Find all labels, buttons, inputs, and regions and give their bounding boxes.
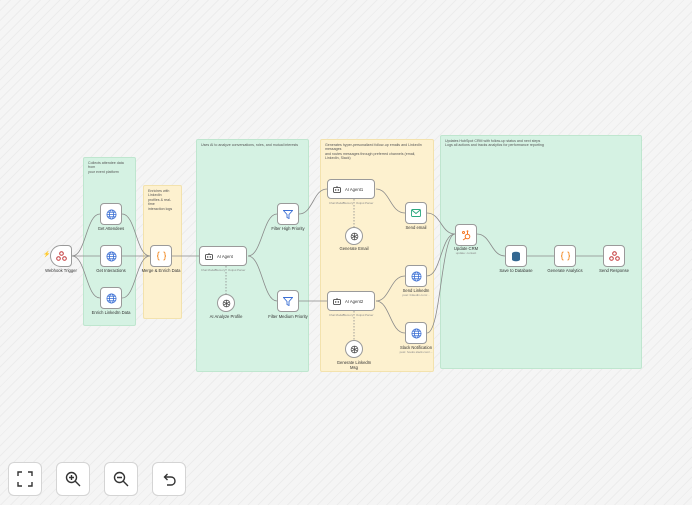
node-send-response[interactable] [603,245,625,267]
port-output-parser: Output Parser [356,201,374,205]
node-label: Filter High Priority [271,226,305,231]
node-save-database[interactable] [505,245,527,267]
port-output-parser: Output Parser [356,313,374,317]
agent-name: AI Agent1 [345,186,364,192]
node-label: Merge & Enrich Data [141,268,181,273]
node-label: Generate LinkedIn Msg [336,360,372,370]
zoom-out-button[interactable] [104,462,138,496]
fit-view-icon [17,471,33,487]
node-get-interactions[interactable] [100,245,122,267]
node-label: Enrich LinkedIn Data [91,310,131,315]
database-icon [512,251,520,261]
globe-icon [106,209,116,219]
node-subtitle: post: hooks.slack.com/... [399,350,433,354]
hubspot-icon [461,229,470,240]
node-ai-agent[interactable]: AI Agent [199,246,247,266]
node-subtitle: update: contact [455,251,477,255]
workflow-canvas[interactable]: Collects attendee data from your event p… [0,0,692,505]
node-webhook-trigger[interactable] [50,245,72,267]
code-braces-icon [560,251,570,261]
port-output-parser: Output Parser [228,268,246,272]
globe-icon [411,271,421,281]
node-label: Filter Medium Priority [268,314,308,319]
robot-icon [333,297,341,305]
filter-icon [283,209,293,219]
node-send-linkedin[interactable] [405,265,427,287]
zoom-in-button[interactable] [56,462,90,496]
node-generate-linkedin[interactable] [345,340,363,358]
zoom-in-icon [65,471,81,487]
openai-icon [350,345,358,353]
openai-icon [350,232,358,240]
globe-icon [106,293,116,303]
node-label: Get Attendees [97,226,125,231]
node-ai-agent1[interactable]: AI Agent1 [327,179,375,199]
undo-icon [163,473,176,486]
reset-zoom-button[interactable] [152,462,186,496]
node-send-email[interactable] [405,202,427,224]
port-memory: Memory [343,201,354,205]
node-get-attendees[interactable] [100,203,122,225]
fit-view-button[interactable] [8,462,42,496]
node-update-crm[interactable] [455,224,477,246]
node-filter-high[interactable] [277,203,299,225]
globe-icon [106,251,116,261]
node-subtitle: post: linkedin.com/... [402,293,430,297]
webhook-icon [55,251,67,261]
node-enrich-linkedin[interactable] [100,287,122,309]
node-ai-analyze-profile[interactable] [217,294,235,312]
node-filter-medium[interactable] [277,290,299,312]
node-ai-agent2[interactable]: AI Agent2 [327,291,375,311]
globe-icon [411,328,421,338]
node-label: Send email [405,225,427,230]
agent-name: AI Agent [217,253,233,259]
robot-icon [333,185,341,193]
openai-icon [222,299,230,307]
node-label: Send Response [599,268,629,273]
webhook-icon [608,251,620,261]
node-generate-analytics[interactable] [554,245,576,267]
robot-icon [205,252,213,260]
mail-icon [411,209,421,217]
zoom-out-icon [113,471,129,487]
port-memory: Memory [215,268,226,272]
port-memory: Memory [343,313,354,317]
agent-name: AI Agent2 [345,298,364,304]
node-label: AI Analyze Profile [209,314,243,319]
node-generate-email[interactable] [345,227,363,245]
filter-icon [283,296,293,306]
node-merge-enrich[interactable] [150,245,172,267]
node-label: Generate Email [339,246,369,251]
node-slack-notification[interactable] [405,322,427,344]
code-braces-icon [156,251,166,261]
